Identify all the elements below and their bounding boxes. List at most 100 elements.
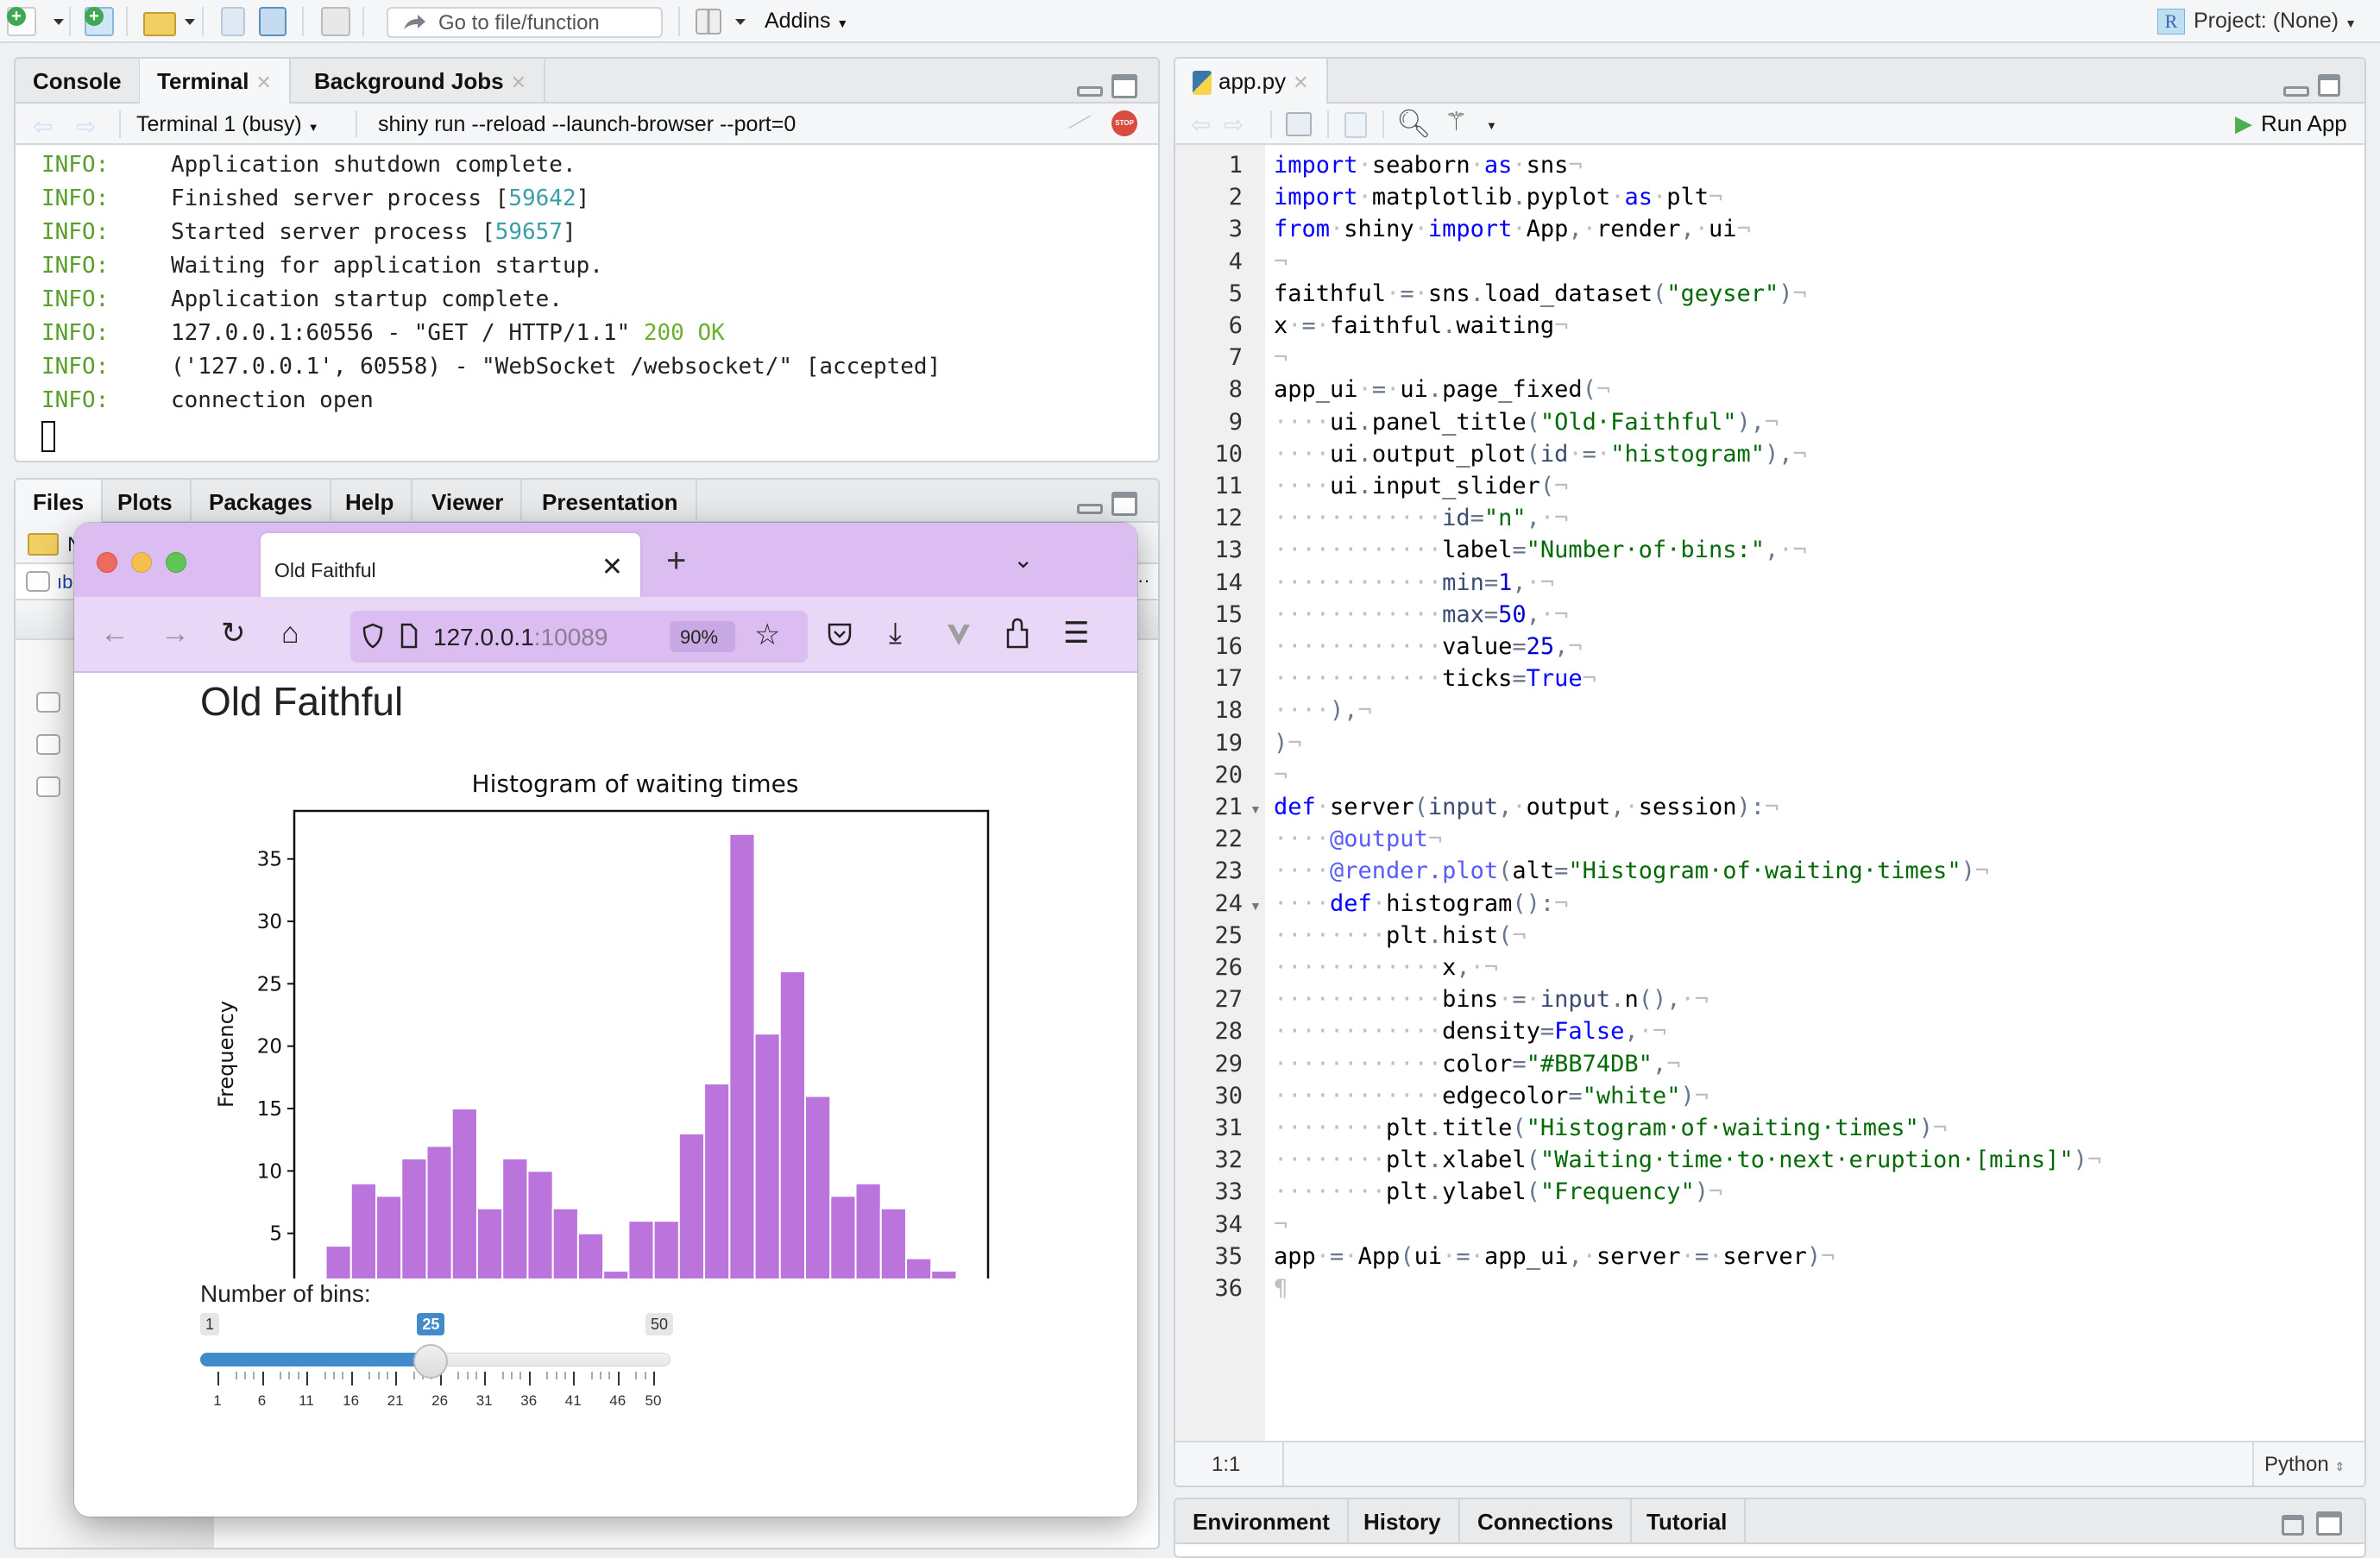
code-line[interactable]: ············bins·=·input.n(),·¬	[1274, 986, 1709, 1013]
downloads-icon[interactable]: ⤓	[889, 616, 902, 650]
terminal-output[interactable]: INFO: Application shutdown complete. INFO:…	[41, 148, 941, 452]
code-line[interactable]: faithful·=·sns.load_dataset("geyser")¬	[1274, 280, 1807, 307]
path-link[interactable]: ıb	[57, 571, 72, 594]
code-line[interactable]: from·shiny·import·App,·render,·ui¬	[1274, 216, 1751, 242]
tab-app-py[interactable]: app.py ✕	[1175, 59, 1328, 105]
chevron-down-icon[interactable]	[735, 19, 746, 25]
code-line[interactable]: ····@render.plot(alt="Histogram·of·waiti…	[1274, 858, 1989, 884]
minimize-icon[interactable]	[1077, 504, 1103, 514]
show-in-window-icon[interactable]	[1286, 112, 1312, 136]
code-line[interactable]: ····def·histogram():¬	[1274, 890, 1568, 917]
code-line[interactable]: ············ticks=True¬	[1274, 665, 1596, 692]
hamburger-menu-icon[interactable]: ☰	[1063, 616, 1089, 650]
code-line[interactable]: ¬	[1274, 248, 1288, 275]
zoom-window-button[interactable]	[166, 552, 186, 573]
forward-arrow-icon[interactable]: ⇨	[1224, 110, 1244, 139]
minimize-icon[interactable]	[1077, 86, 1103, 97]
bins-slider[interactable]: 1 50 25 1 6 11 16 21 26 31 36 41 46 50	[200, 1313, 675, 1434]
slider-handle[interactable]	[413, 1344, 449, 1379]
workspace-panes-icon[interactable]	[696, 9, 721, 35]
code-line[interactable]: ············color="#BB74DB",¬	[1274, 1051, 1680, 1077]
tab-files[interactable]: Files	[16, 480, 104, 525]
cursor-position[interactable]: 1:1	[1212, 1453, 1240, 1477]
search-icon[interactable]: 🔍︎	[1396, 107, 1432, 140]
code-line[interactable]: ¬	[1274, 344, 1288, 371]
url-text[interactable]: 127.0.0.1:10089	[433, 624, 608, 651]
code-line[interactable]: import·matplotlib.pyplot·as·plt¬	[1274, 184, 1722, 210]
code-line[interactable]: ····ui.panel_title("Old·Faithful"),¬	[1274, 409, 1779, 436]
save-icon[interactable]	[221, 7, 245, 36]
back-arrow-icon[interactable]: ⇦	[1191, 110, 1211, 139]
code-line[interactable]: app_ui·=·ui.page_fixed(¬	[1274, 376, 1610, 403]
print-icon[interactable]	[321, 7, 350, 36]
reload-icon[interactable]: ↻	[221, 616, 246, 650]
restore-icon[interactable]	[2318, 74, 2340, 97]
broom-clear-icon[interactable]: ⟋	[1066, 106, 1092, 140]
file-row-checkbox[interactable]	[36, 734, 60, 755]
restore-icon[interactable]	[2282, 1515, 2304, 1536]
chevron-down-icon[interactable]	[185, 19, 195, 25]
tab-connections[interactable]: Connections	[1460, 1499, 1633, 1544]
language-selector[interactable]: Python ⇕	[2264, 1453, 2345, 1477]
maximize-icon[interactable]	[1111, 74, 1137, 98]
forward-arrow-icon[interactable]: ⇨	[76, 112, 96, 141]
code-line[interactable]: ····ui.output_plot(id·=·"histogram"),¬	[1274, 441, 1807, 468]
code-line[interactable]: ········plt.xlabel("Waiting·time·to·next…	[1274, 1147, 2101, 1173]
run-app-button[interactable]: ▶ Run App	[2235, 110, 2347, 137]
minimize-icon[interactable]	[2283, 86, 2309, 97]
addins-menu[interactable]: Addins ▼	[765, 9, 848, 34]
tab-background-jobs[interactable]: Background Jobs ✕	[297, 59, 546, 104]
tab-help[interactable]: Help	[328, 480, 413, 523]
url-bar[interactable]: 127.0.0.1:10089 90% ☆	[350, 611, 808, 663]
code-line[interactable]: ¬	[1274, 762, 1288, 788]
code-line[interactable]: ········plt.hist(¬	[1274, 922, 1527, 949]
project-menu[interactable]: R Project: (None) ▼	[2157, 9, 2357, 35]
chevron-down-icon[interactable]	[54, 19, 64, 25]
tab-environment[interactable]: Environment	[1175, 1499, 1349, 1544]
tab-packages[interactable]: Packages	[192, 480, 331, 523]
open-file-icon[interactable]	[143, 12, 176, 36]
new-project-icon[interactable]: +	[85, 7, 114, 36]
file-row-checkbox[interactable]	[36, 692, 60, 713]
terminal-selector[interactable]: Terminal 1 (busy) ▼	[136, 112, 319, 137]
zoom-level-button[interactable]: 90%	[670, 621, 735, 652]
back-arrow-icon[interactable]: ⇦	[33, 112, 53, 141]
tab-console[interactable]: Console	[16, 59, 141, 104]
code-line[interactable]: ············id="n",·¬	[1274, 505, 1568, 531]
vue-devtools-icon[interactable]	[946, 621, 972, 647]
maximize-icon[interactable]	[2316, 1511, 2342, 1536]
forward-icon[interactable]: →	[161, 616, 190, 650]
code-line[interactable]: ····ui.input_slider(¬	[1274, 473, 1568, 499]
code-line[interactable]: ············edgecolor="white")¬	[1274, 1083, 1709, 1109]
home-icon[interactable]: ⌂	[281, 616, 299, 650]
code-line[interactable]: x·=·faithful.waiting¬	[1274, 312, 1568, 339]
code-line[interactable]: ············min=1,·¬	[1274, 569, 1554, 596]
magic-wand-icon[interactable]: ⚚	[1445, 107, 1468, 137]
close-window-button[interactable]	[97, 552, 117, 573]
maximize-icon[interactable]	[1111, 492, 1137, 516]
stop-icon[interactable]: STOP	[1111, 110, 1137, 136]
goto-file-function-input[interactable]: Go to file/function	[387, 7, 663, 38]
code-line[interactable]: ········plt.ylabel("Frequency")¬	[1274, 1178, 1722, 1205]
close-icon[interactable]: ✕	[255, 72, 271, 93]
shield-icon[interactable]	[362, 623, 383, 649]
tab-terminal[interactable]: Terminal ✕	[140, 59, 291, 105]
code-line[interactable]: ············max=50,·¬	[1274, 601, 1568, 628]
fold-toggle-icon[interactable]: ▼	[1250, 899, 1262, 913]
close-tab-icon[interactable]: ✕	[601, 552, 623, 582]
new-folder-icon[interactable]	[28, 533, 59, 556]
tab-tutorial[interactable]: Tutorial	[1629, 1499, 1747, 1544]
list-tabs-chevron-icon[interactable]: ⌄	[1013, 545, 1033, 574]
code-editor[interactable]: 1 2 3 4 5 6 7 8 9 10 11 12 13 14 15 16 17 18 19 20 21 ▼ 22 23 24…	[1175, 145, 2364, 1441]
close-icon[interactable]: ✕	[511, 72, 526, 93]
code-line[interactable]: app·=·App(ui·=·app_ui,·server·=·server)¬	[1274, 1243, 1835, 1270]
browser-tab[interactable]: Old Faithful ✕	[261, 533, 640, 597]
close-icon[interactable]: ✕	[1293, 72, 1308, 93]
code-line[interactable]: def·server(input,·output,·session):¬	[1274, 794, 1779, 820]
code-line[interactable]: ····@output¬	[1274, 826, 1442, 852]
code-line[interactable]: ····),¬	[1274, 697, 1372, 724]
extensions-icon[interactable]	[1004, 618, 1030, 649]
tab-presentation[interactable]: Presentation	[525, 480, 697, 523]
tab-viewer[interactable]: Viewer	[414, 480, 523, 523]
save-icon[interactable]	[1344, 112, 1367, 138]
